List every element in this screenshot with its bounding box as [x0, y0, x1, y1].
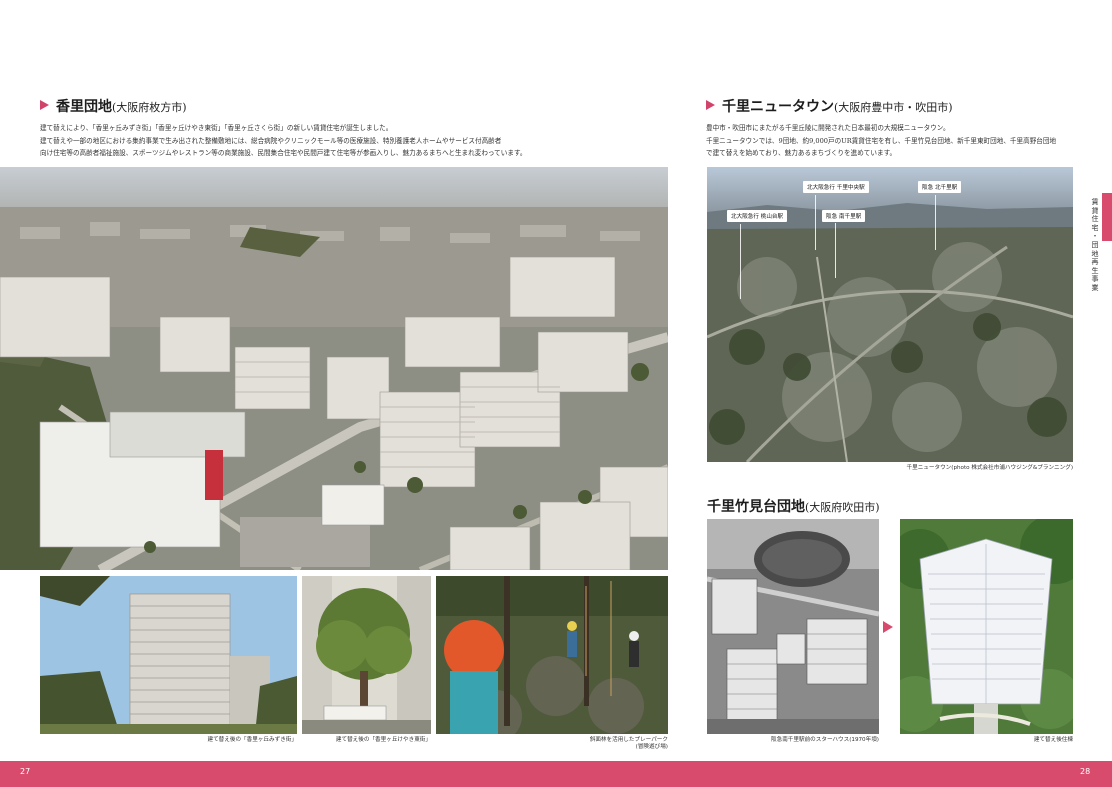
- side-char: 貸: [1091, 206, 1099, 215]
- section-body-kori: 建て替えにより、「香里ヶ丘みずき街」「香里ヶ丘けやき東街」「香里ヶ丘さくら街」の…: [40, 122, 526, 160]
- photo-before-starhouse: [707, 519, 879, 734]
- section-title-sub: (大阪府吹田市): [805, 501, 880, 514]
- body-line: 豊中市・吹田市にまたがる千里丘陵に開発された日本最初の大規模ニュータウン。: [706, 124, 950, 132]
- caption-before: 阪急南千里駅前のスターハウス(1970年頃): [771, 737, 879, 743]
- map-pointer-line: [935, 195, 936, 250]
- triangle-marker-icon: [706, 100, 715, 110]
- body-line: 建て替えや一部の地区における集約事業で生み出された整備敷地には、総合病院やクリニ…: [40, 136, 502, 145]
- body-line: で建て替えを始めており、魅力あるまちづくりを進めています。: [706, 149, 897, 157]
- section-title-kori: 香里団地 (大阪府枚方市): [40, 96, 187, 116]
- map-label-minami-senri: 阪急 南千里駅: [822, 210, 866, 222]
- section-title-sub: (大阪府枚方市): [112, 101, 187, 114]
- side-char: 再: [1091, 258, 1099, 267]
- side-char: 宅: [1091, 223, 1099, 232]
- section-body-senri: 豊中市・吹田市にまたがる千里丘陵に開発された日本最初の大規模ニュータウン。 千里…: [706, 122, 1056, 160]
- page-number-right: 28: [1080, 767, 1091, 776]
- photo-after-rebuild: [900, 519, 1073, 734]
- map-label-momoyamadai: 北大阪急行 桃山台駅: [727, 210, 788, 222]
- map-pointer-line: [740, 224, 741, 299]
- map-pointer-line: [815, 195, 816, 250]
- side-char: 地: [1091, 249, 1099, 258]
- section-title-main: 千里ニュータウン: [722, 99, 834, 115]
- map-pointer-line: [835, 223, 836, 278]
- triangle-marker-icon: [40, 100, 49, 110]
- side-char: 団: [1091, 240, 1099, 249]
- caption-keyaki: 建て替え後の「香里ヶ丘けやき東街」: [335, 737, 431, 743]
- photo-keyaki: [302, 576, 431, 734]
- photo-mizuki-image: [40, 576, 297, 734]
- body-line: 建て替えにより、「香里ヶ丘みずき街」「香里ヶ丘けやき東街」「香里ヶ丘さくら街」の…: [40, 124, 393, 132]
- map-label-senri-chuo: 北大阪急行 千里中央駅: [803, 181, 869, 193]
- side-tab-marker: [1102, 193, 1112, 241]
- section-title-sub: (大阪府豊中市・吹田市): [834, 101, 953, 114]
- caption-mizuki: 建て替え後の「香里ヶ丘みずき街」: [207, 737, 297, 743]
- footer-bar: [0, 761, 1112, 787]
- section-title-main: 千里竹見台団地: [707, 499, 805, 515]
- body-line: 向け住宅等の高齢者福祉施設、スポーツジムやレストラン等の商業施設、民間集合住宅や…: [40, 149, 527, 157]
- arrow-right-icon: [883, 621, 893, 633]
- map-label-kita-senri: 阪急 北千里駅: [918, 181, 962, 193]
- caption-senri-aerial: 千里ニュータウン(photo 株式会社市浦ハウジング&プランニング): [906, 465, 1073, 471]
- left-page: 香里団地 (大阪府枚方市) 建て替えにより、「香里ヶ丘みずき街」「香里ヶ丘けやき…: [0, 0, 668, 787]
- caption-after: 建て替え後住棟: [1033, 737, 1073, 743]
- side-char: 住: [1091, 215, 1099, 224]
- photo-keyaki-image: [302, 576, 431, 734]
- body-line: 千里ニュータウンでは、9団地、約9,000戸のUR賃貸住宅を有し、千里竹見台団地…: [706, 136, 1057, 145]
- photo-after-rebuild-image: [900, 519, 1073, 734]
- side-char: 賃: [1091, 198, 1099, 206]
- photo-before-starhouse-image: [707, 519, 879, 734]
- side-char: 事: [1091, 275, 1099, 284]
- side-tab-label: 賃 貸 住 宅 ・ 団 地 再 生 事 業: [1089, 198, 1101, 293]
- section-title-takemidai: 千里竹見台団地 (大阪府吹田市): [707, 496, 880, 516]
- photo-mizuki: [40, 576, 297, 734]
- section-title-main: 香里団地: [56, 99, 112, 115]
- side-char: ・: [1091, 232, 1099, 241]
- page-number-left: 27: [20, 767, 31, 776]
- side-char: 業: [1091, 283, 1099, 292]
- section-title-senri: 千里ニュータウン (大阪府豊中市・吹田市): [706, 96, 953, 116]
